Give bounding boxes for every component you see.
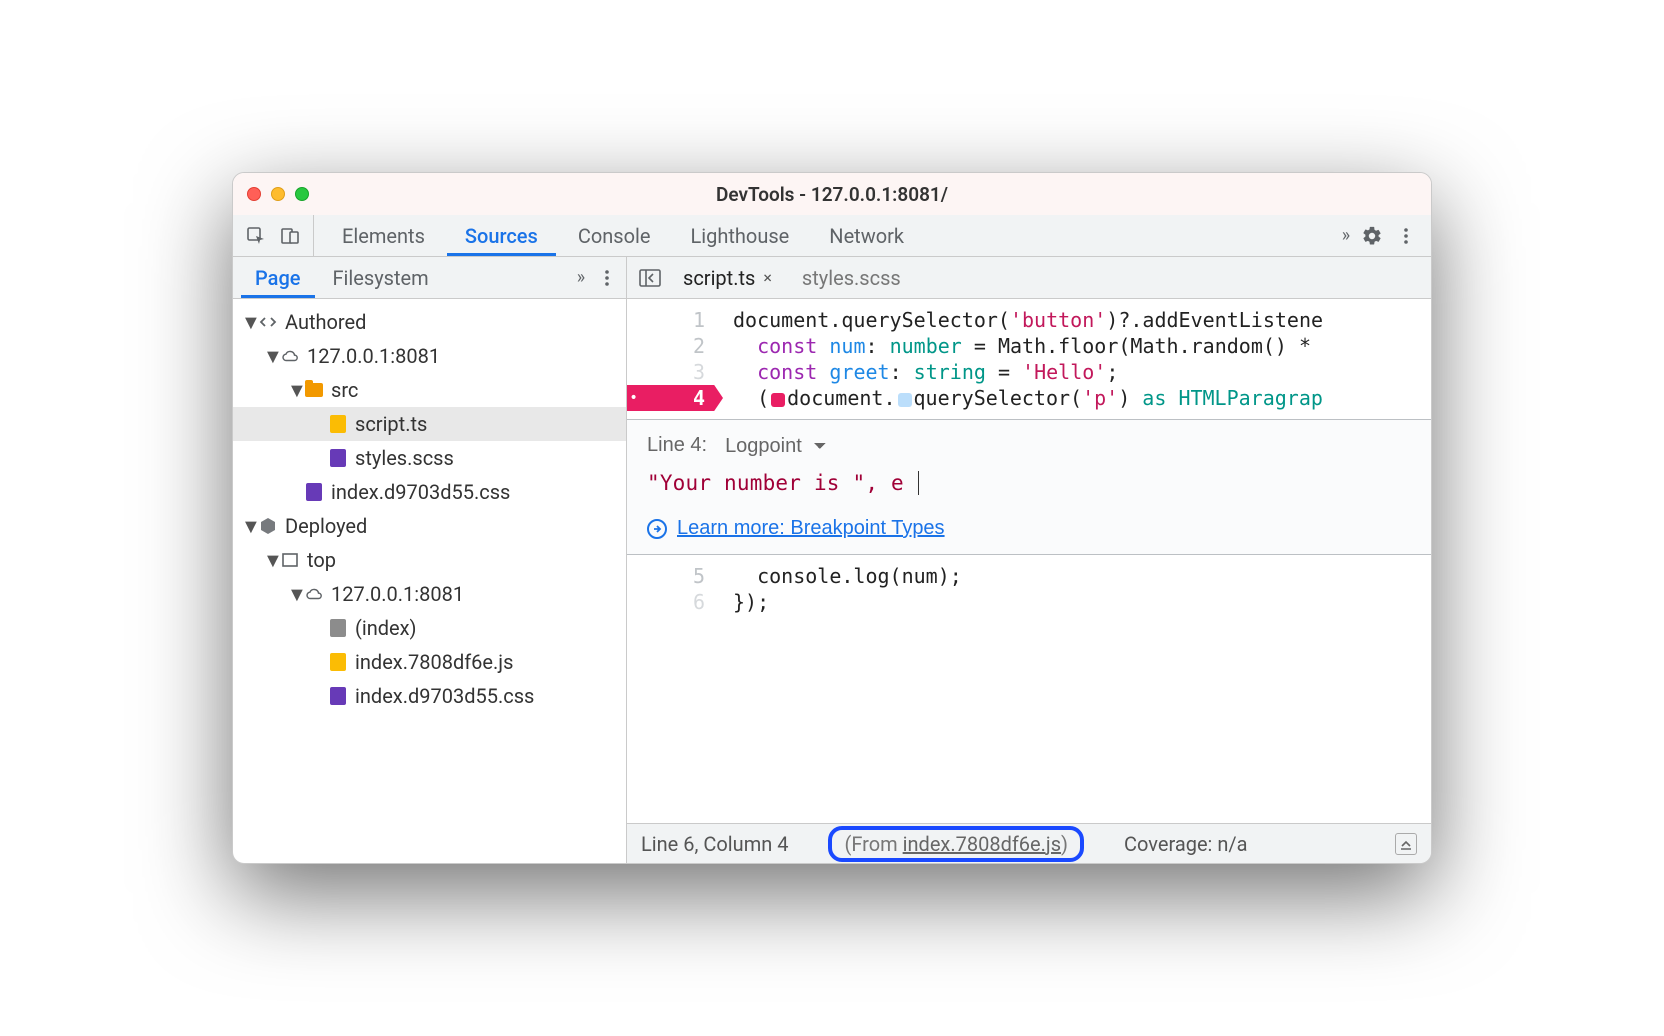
devtools-window: DevTools - 127.0.0.1:8081/ ElementsSourc…	[232, 172, 1432, 864]
gutter-line[interactable]: 1	[635, 307, 705, 333]
more-subtabs-icon[interactable]: »	[568, 265, 594, 291]
close-icon[interactable]: ×	[763, 268, 772, 287]
subtab-page[interactable]: Page	[241, 257, 315, 298]
learn-more-link[interactable]: Learn more: Breakpoint Types	[677, 517, 945, 540]
settings-gear-icon[interactable]	[1359, 223, 1385, 249]
breakpoint-expression-input[interactable]: "Your number is ", e	[647, 467, 1411, 499]
tab-elements[interactable]: Elements	[324, 215, 443, 256]
zoom-window-button[interactable]	[295, 187, 309, 201]
coverage-status: Coverage: n/a	[1124, 832, 1248, 856]
tree-top-frame[interactable]: ▼top	[233, 543, 626, 577]
sourcemap-from-link[interactable]: (From index.7808df6e.js)	[828, 826, 1084, 862]
gutter-line[interactable]: 3	[635, 359, 705, 385]
breakpoint-marker[interactable]: ••	[627, 385, 723, 411]
tree-file[interactable]: index.7808df6e.js	[233, 645, 626, 679]
tree-folder-src[interactable]: ▼src	[233, 373, 626, 407]
kebab-menu-icon[interactable]	[1393, 223, 1419, 249]
device-toggle-icon[interactable]	[277, 223, 303, 249]
tree-group-deployed[interactable]: ▼Deployed	[233, 509, 626, 543]
gutter-line[interactable]: ••4	[635, 385, 705, 411]
window-title: DevTools - 127.0.0.1:8081/	[716, 183, 948, 206]
toggle-bottom-drawer-icon[interactable]	[1395, 833, 1417, 855]
code-line[interactable]: (document.querySelector('p') as HTMLPara…	[733, 385, 1323, 411]
code-line[interactable]: });	[733, 589, 962, 615]
breakpoint-line-label: Line 4:	[647, 434, 707, 457]
main-toolbar: ElementsSourcesConsoleLighthouseNetwork …	[233, 215, 1431, 257]
code-line[interactable]: document.querySelector('button')?.addEve…	[733, 307, 1323, 333]
inspect-element-icon[interactable]	[243, 223, 269, 249]
toggle-navigator-icon[interactable]	[637, 265, 663, 291]
titlebar: DevTools - 127.0.0.1:8081/	[233, 173, 1431, 215]
breakpoint-type-select[interactable]: Logpoint	[725, 435, 826, 457]
tree-file[interactable]: (index)	[233, 611, 626, 645]
tab-sources[interactable]: Sources	[447, 215, 556, 256]
more-tabs-icon[interactable]: »	[1333, 223, 1359, 249]
editor-pane: 123••4 document.querySelector('button')?…	[627, 299, 1431, 863]
gutter-line[interactable]: 6	[635, 589, 705, 615]
traffic-lights	[247, 187, 309, 201]
subtab-filesystem[interactable]: Filesystem	[319, 257, 443, 298]
navigator-tree[interactable]: ▼Authored▼127.0.0.1:8081▼srcscript.tssty…	[233, 299, 627, 863]
tab-network[interactable]: Network	[811, 215, 922, 256]
tree-file[interactable]: index.d9703d55.css	[233, 475, 626, 509]
code-line[interactable]: console.log(num);	[733, 563, 962, 589]
close-window-button[interactable]	[247, 187, 261, 201]
sub-toolbar: PageFilesystem » script.ts× styles.scss	[233, 257, 1431, 299]
cursor-position: Line 6, Column 4	[641, 832, 788, 856]
open-file-tab[interactable]: styles.scss	[796, 262, 907, 294]
breakpoint-edit-panel: Line 4: Logpoint "Your number is ", e Le…	[627, 419, 1431, 555]
minimize-window-button[interactable]	[271, 187, 285, 201]
tab-lighthouse[interactable]: Lighthouse	[672, 215, 807, 256]
gutter-line[interactable]: 2	[635, 333, 705, 359]
navigator-menu-icon[interactable]	[594, 265, 620, 291]
open-file-tab[interactable]: script.ts×	[677, 262, 778, 294]
tree-file[interactable]: styles.scss	[233, 441, 626, 475]
tree-host[interactable]: ▼127.0.0.1:8081	[233, 577, 626, 611]
tree-file[interactable]: index.d9703d55.css	[233, 679, 626, 713]
learn-more-arrow-icon	[647, 519, 667, 539]
editor-statusbar: Line 6, Column 4 (From index.7808df6e.js…	[627, 823, 1431, 863]
code-line[interactable]: const num: number = Math.floor(Math.rand…	[733, 333, 1323, 359]
tab-console[interactable]: Console	[560, 215, 669, 256]
tree-file[interactable]: script.ts	[233, 407, 626, 441]
tree-group-authored[interactable]: ▼Authored	[233, 305, 626, 339]
gutter-line[interactable]: 5	[635, 563, 705, 589]
tree-host[interactable]: ▼127.0.0.1:8081	[233, 339, 626, 373]
code-line[interactable]: const greet: string = 'Hello';	[733, 359, 1323, 385]
